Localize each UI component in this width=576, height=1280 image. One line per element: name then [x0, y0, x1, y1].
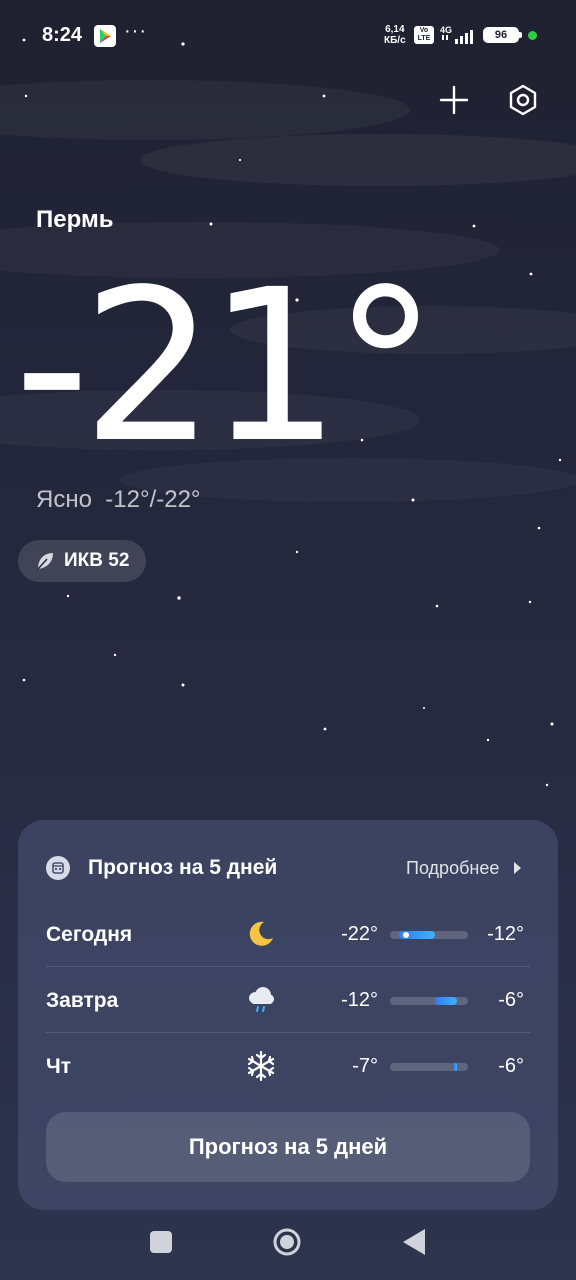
- play-store-icon: [94, 25, 116, 47]
- add-city-button[interactable]: [436, 82, 472, 118]
- current-temp-marker: [402, 932, 409, 938]
- current-temperature-block: -21°: [14, 262, 438, 472]
- forecast-title: Прогноз на 5 дней: [88, 856, 278, 879]
- forecast-high: -6°: [498, 989, 524, 1011]
- forecast-day: Чт: [46, 1055, 72, 1078]
- temp-range-bar: [390, 997, 468, 1005]
- forecast-row-thursday[interactable]: Чт -7° -6°: [46, 1033, 530, 1099]
- net-speed-value: 6,14: [385, 24, 405, 35]
- chevron-right-icon[interactable]: [514, 862, 521, 874]
- forecast-high: -12°: [487, 923, 524, 945]
- temp-range-bar: [390, 931, 468, 939]
- forecast-day: Завтра: [46, 989, 119, 1012]
- forecast-low: -7°: [352, 1055, 378, 1077]
- rain-cloud-icon: [249, 987, 274, 1012]
- volte-top-label: Vo: [419, 27, 429, 34]
- network-speed: 6,14 КБ/с: [384, 24, 406, 46]
- status-time: 8:24: [42, 24, 83, 46]
- plus-icon: [439, 85, 469, 115]
- volte-bottom-label: LTE: [417, 35, 431, 42]
- forecast-row-today[interactable]: Сегодня -22° -12°: [46, 901, 530, 967]
- aqi-label: ИКВ 52: [64, 550, 130, 571]
- home-button[interactable]: [272, 1227, 302, 1257]
- forecast-5-days-button[interactable]: Прогноз на 5 дней: [46, 1112, 530, 1182]
- volte-icon: Vo LTE: [414, 26, 434, 44]
- back-button[interactable]: [403, 1229, 425, 1255]
- temp-range-bar: [390, 1063, 468, 1071]
- snowflake-icon: [247, 1050, 275, 1082]
- battery-icon: 96: [483, 27, 519, 43]
- moon-icon: [249, 921, 273, 946]
- current-temperature: -21°: [14, 244, 438, 489]
- battery-tip: [519, 32, 522, 38]
- more-details-link[interactable]: Подробнее: [406, 858, 499, 879]
- more-notifications-icon: ···: [124, 20, 147, 42]
- network-type-label: 4G: [440, 25, 452, 35]
- settings-button[interactable]: [505, 82, 541, 118]
- net-speed-unit: КБ/с: [384, 35, 406, 46]
- forecast-low: -12°: [341, 989, 378, 1011]
- aqi-badge[interactable]: ИКВ 52: [18, 540, 146, 582]
- forecast-low: -22°: [341, 923, 378, 945]
- weather-condition-line: Ясно -12°/-22°: [36, 486, 201, 514]
- leaf-icon: [37, 553, 53, 570]
- home-icon: [273, 1228, 301, 1256]
- forecast-card: Прогноз на 5 дней Подробнее Сегодня -22°…: [18, 820, 558, 1210]
- recents-button[interactable]: [150, 1231, 172, 1253]
- forecast-row-tomorrow[interactable]: Завтра -12° -6°: [46, 967, 530, 1033]
- forecast-day: Сегодня: [46, 923, 133, 946]
- city-name: Пермь: [36, 206, 114, 233]
- temp-range: -12°/-22°: [105, 486, 201, 513]
- condition-text: Ясно: [36, 486, 92, 513]
- temp-range-fill: [453, 1063, 458, 1071]
- status-dot: [528, 31, 537, 40]
- battery-level: 96: [485, 29, 517, 41]
- gear-icon: [509, 84, 537, 116]
- calendar-icon: [46, 856, 70, 880]
- signal-icon: 4G: [440, 25, 473, 44]
- temp-range-fill: [435, 997, 458, 1005]
- forecast-high: -6°: [498, 1055, 524, 1077]
